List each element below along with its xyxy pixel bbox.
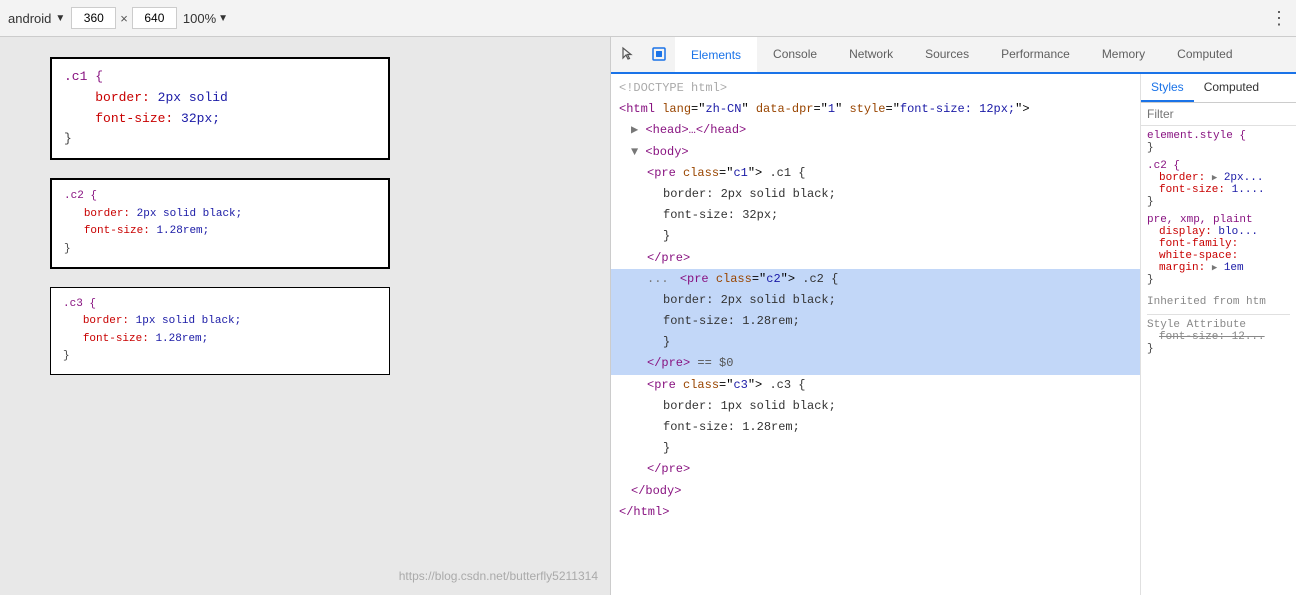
pre-fontfamily-prop: font-family: xyxy=(1147,238,1238,250)
css-box-c2: .c2 { border: 2px solid black; font-size… xyxy=(50,178,390,268)
pre-close: } xyxy=(1147,274,1154,286)
pre-display-prop: display: xyxy=(1147,226,1218,238)
html-line-c3-fontsize[interactable]: font-size: 1.28rem; xyxy=(611,417,1140,438)
pre-whitespace-prop: white-space: xyxy=(1147,250,1238,262)
pre-margin-prop: margin: xyxy=(1147,262,1212,274)
element-style-selector: element.style { xyxy=(1147,130,1246,142)
c2-selector: .c2 { xyxy=(1147,160,1180,172)
styles-tab-styles[interactable]: Styles xyxy=(1141,74,1194,102)
html-line-head[interactable]: ▶ <head>…</head> xyxy=(611,120,1140,141)
html-line-c1-border[interactable]: border: 2px solid black; xyxy=(611,184,1140,205)
style-attr-close: } xyxy=(1147,343,1154,355)
c1-line2: border: 2px solid xyxy=(64,88,376,109)
css-box-c1: .c1 { border: 2px solid font-size: 32px;… xyxy=(50,57,390,160)
c1-line1: .c1 { xyxy=(64,67,376,88)
html-line-c2-brace[interactable]: } xyxy=(611,332,1140,353)
pre-selector: pre, xmp, plaint xyxy=(1147,214,1253,226)
pre-margin-val: 1em xyxy=(1217,262,1243,274)
device-preview: .c1 { border: 2px solid font-size: 32px;… xyxy=(0,37,610,595)
html-line-c3-brace[interactable]: } xyxy=(611,438,1140,459)
c3-line2: border: 1px solid black; xyxy=(63,313,377,331)
device-dropdown-arrow[interactable]: ▼ xyxy=(55,13,65,24)
more-options-button[interactable]: ⋮ xyxy=(1270,8,1288,29)
html-line-html[interactable]: <html lang="zh-CN" data-dpr="1" style="f… xyxy=(611,99,1140,120)
html-line-pre-c3-close[interactable]: </pre> xyxy=(611,459,1140,480)
c3-line3: font-size: 1.28rem; xyxy=(63,331,377,349)
c2-fontsize-prop: font-size: xyxy=(1147,184,1232,196)
top-toolbar: android ▼ × 100% ▼ ⋮ xyxy=(0,0,1296,37)
preview-content: .c1 { border: 2px solid font-size: 32px;… xyxy=(0,37,410,595)
c2-line2: border: 2px solid black; xyxy=(64,206,376,224)
c2-fontsize-val: 1.... xyxy=(1232,184,1265,196)
c2-line1: .c2 { xyxy=(64,188,376,206)
width-input[interactable] xyxy=(71,7,116,29)
style-attr-fontsize-prop: font-size: 12... xyxy=(1147,331,1265,343)
styles-content: element.style { } .c2 { border: ▶ 2px...… xyxy=(1141,126,1296,595)
html-panel[interactable]: <!DOCTYPE html> <html lang="zh-CN" data-… xyxy=(611,74,1141,595)
styles-filter xyxy=(1141,103,1296,126)
devtools-sub: <!DOCTYPE html> <html lang="zh-CN" data-… xyxy=(611,74,1296,595)
html-line-pre-c1[interactable]: <pre class="c1"> .c1 { xyxy=(611,163,1140,184)
tab-performance[interactable]: Performance xyxy=(985,37,1086,72)
zoom-value: 100% xyxy=(183,11,216,26)
c2-line4: } xyxy=(64,241,376,259)
c3-line4: } xyxy=(63,348,377,366)
device-name: android xyxy=(8,11,51,26)
tab-memory[interactable]: Memory xyxy=(1086,37,1161,72)
styles-filter-input[interactable] xyxy=(1147,107,1290,121)
c3-line1: .c3 { xyxy=(63,296,377,314)
html-line-body-close[interactable]: </body> xyxy=(611,481,1140,502)
size-separator: × xyxy=(120,11,128,26)
html-line-body[interactable]: ▼ <body> xyxy=(611,142,1140,163)
tab-sources[interactable]: Sources xyxy=(909,37,985,72)
style-rule-pre: pre, xmp, plaint display: blo... font-fa… xyxy=(1147,214,1290,286)
html-line-pre-c1-close[interactable]: </pre> xyxy=(611,248,1140,269)
html-line-c1-fontsize[interactable]: font-size: 32px; xyxy=(611,205,1140,226)
css-box-c3: .c3 { border: 1px solid black; font-size… xyxy=(50,287,390,375)
style-rule-element: element.style { } xyxy=(1147,130,1290,154)
html-line-pre-c2-close[interactable]: </pre> == $0 xyxy=(611,353,1140,374)
html-line-pre-c2-dots[interactable]: ... <pre class="c2"> .c2 { xyxy=(611,269,1140,290)
devtools-panel: Elements Console Network Sources Perform… xyxy=(610,37,1296,595)
zoom-selector[interactable]: 100% ▼ xyxy=(183,11,228,26)
tab-network[interactable]: Network xyxy=(833,37,909,72)
c2-line3: font-size: 1.28rem; xyxy=(64,223,376,241)
tab-elements[interactable]: Elements xyxy=(675,37,757,74)
html-line-c2-border[interactable]: border: 2px solid black; xyxy=(611,290,1140,311)
element-style-close: } xyxy=(1147,142,1154,154)
tab-computed[interactable]: Computed xyxy=(1161,37,1248,72)
styles-tab-computed[interactable]: Computed xyxy=(1194,74,1269,102)
height-input[interactable] xyxy=(132,7,177,29)
tab-cursor[interactable] xyxy=(611,37,643,72)
html-line-doctype[interactable]: <!DOCTYPE html> xyxy=(611,78,1140,99)
html-line-html-close[interactable]: </html> xyxy=(611,502,1140,523)
styles-panel: Styles Computed element.style { } xyxy=(1141,74,1296,595)
styles-tabs: Styles Computed xyxy=(1141,74,1296,103)
html-line-c2-fontsize[interactable]: font-size: 1.28rem; xyxy=(611,311,1140,332)
html-line-pre-c3[interactable]: <pre class="c3"> .c3 { xyxy=(611,375,1140,396)
zoom-dropdown-arrow[interactable]: ▼ xyxy=(218,13,228,24)
size-inputs: × xyxy=(71,7,177,29)
inherited-label: Inherited from htm xyxy=(1147,292,1290,310)
c2-border-val: 2px... xyxy=(1217,172,1263,184)
c2-border-prop: border: xyxy=(1147,172,1212,184)
tab-console[interactable]: Console xyxy=(757,37,833,72)
html-line-c3-border[interactable]: border: 1px solid black; xyxy=(611,396,1140,417)
preview-url: https://blog.csdn.net/butterfly5211314 xyxy=(399,569,598,583)
tab-inspect[interactable] xyxy=(643,37,675,72)
c2-close: } xyxy=(1147,196,1154,208)
c1-line4: } xyxy=(64,129,376,150)
style-attribute-section: Style Attribute font-size: 12... } xyxy=(1147,314,1290,357)
device-selector[interactable]: android ▼ xyxy=(8,11,65,26)
pre-display-val: blo... xyxy=(1218,226,1258,238)
html-line-c1-brace[interactable]: } xyxy=(611,226,1140,247)
devtools-tabs: Elements Console Network Sources Perform… xyxy=(611,37,1296,74)
style-rule-c2: .c2 { border: ▶ 2px... font-size: 1.... … xyxy=(1147,160,1290,208)
main-area: .c1 { border: 2px solid font-size: 32px;… xyxy=(0,37,1296,595)
c1-line3: font-size: 32px; xyxy=(64,109,376,130)
